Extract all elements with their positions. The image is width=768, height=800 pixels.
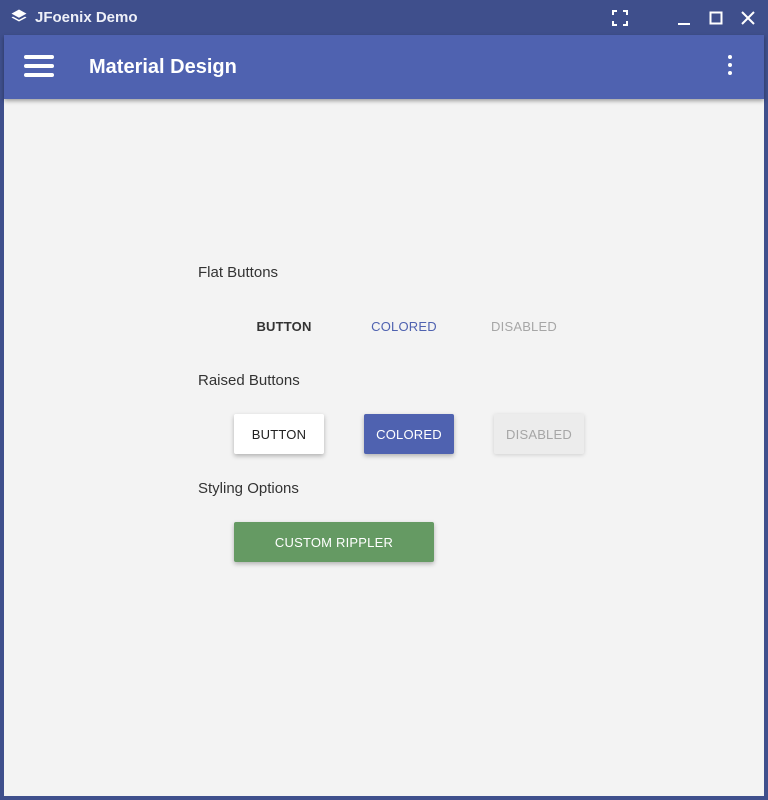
more-vertical-icon[interactable] (720, 55, 740, 79)
flat-colored-button[interactable]: COLORED (364, 308, 444, 344)
raised-colored-button[interactable]: COLORED (364, 414, 454, 454)
raised-button[interactable]: BUTTON (234, 414, 324, 454)
minimize-button[interactable] (672, 6, 696, 30)
raised-buttons-heading: Raised Buttons (198, 372, 300, 389)
flat-button[interactable]: BUTTON (244, 308, 324, 344)
styling-options-heading: Styling Options (198, 480, 299, 497)
maximize-icon (709, 11, 723, 25)
window-titlebar[interactable]: JFoenix Demo (0, 0, 768, 35)
fullscreen-icon (612, 10, 628, 26)
app-toolbar: Material Design (4, 35, 764, 99)
main-content: Flat Buttons BUTTON COLORED DISABLED Rai… (4, 99, 764, 796)
close-button[interactable] (736, 6, 760, 30)
custom-rippler-button[interactable]: CUSTOM RIPPLER (234, 522, 434, 562)
window-title: JFoenix Demo (35, 9, 138, 26)
fullscreen-button[interactable] (608, 6, 632, 30)
toolbar-title: Material Design (89, 56, 237, 78)
raised-disabled-button: DISABLED (494, 414, 584, 454)
maximize-button[interactable] (704, 6, 728, 30)
minimize-icon (678, 23, 690, 25)
layers-icon (11, 9, 27, 22)
flat-buttons-heading: Flat Buttons (198, 264, 279, 281)
hamburger-menu-icon[interactable] (24, 55, 54, 79)
flat-disabled-button: DISABLED (491, 318, 557, 334)
app-window: JFoenix Demo Material Design Flat Button… (0, 0, 768, 800)
close-icon (741, 11, 755, 25)
